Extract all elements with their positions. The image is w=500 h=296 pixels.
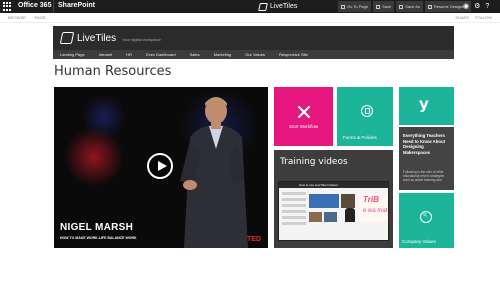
bell-icon[interactable]: ◉ xyxy=(463,2,469,11)
nav-marketing[interactable]: Marketing xyxy=(207,52,239,57)
tile-forms-policies-label: Forms & Policies xyxy=(343,135,377,140)
nav-intranet[interactable]: Intranet xyxy=(92,52,120,57)
talk-title: HOW TO MAKE WORK-LIFE BALANCE WORK xyxy=(60,236,137,240)
play-button[interactable] xyxy=(147,153,173,179)
tile-news-article[interactable]: Everything Teachers Need to Know About D… xyxy=(399,127,454,190)
livetiles-logo-icon xyxy=(258,2,268,11)
thumbnail-photo xyxy=(341,194,355,208)
workflow-icon xyxy=(297,105,311,119)
save-button[interactable]: Save xyxy=(373,1,395,12)
nav-responsive-site[interactable]: Responsive Site xyxy=(272,52,315,57)
gear-icon[interactable]: ⚙ xyxy=(474,2,480,11)
ribbon-actions: SHARE FOLLOW xyxy=(455,15,492,20)
save-as-icon xyxy=(399,4,404,9)
nav-our-values[interactable]: Our Values xyxy=(238,52,272,57)
edit-icon xyxy=(427,4,432,9)
nav-exec-dashboard[interactable]: Exec Dashboard xyxy=(139,52,183,57)
site-nav: Landing Page Intranet HR Exec Dashboard … xyxy=(53,50,454,59)
article-title: Everything Teachers Need to Know About D… xyxy=(403,133,446,155)
thumbnail-sidebar xyxy=(282,192,306,240)
nav-landing-page[interactable]: Landing Page xyxy=(53,52,92,57)
follow-link[interactable]: FOLLOW xyxy=(475,15,492,20)
nav-hr[interactable]: HR xyxy=(119,52,139,57)
training-video-thumbnail[interactable]: How to use LiveTiles Intranet TriB e wa … xyxy=(278,181,389,241)
yammer-icon: y xyxy=(419,95,429,113)
tile-yammer[interactable]: y xyxy=(399,87,454,125)
save-as-button[interactable]: Save As xyxy=(396,1,423,12)
page-icon xyxy=(341,4,345,9)
thumbnail-headline: TriB xyxy=(363,195,379,204)
livetiles-logo-text: LiveTiles xyxy=(270,3,298,10)
tab-page[interactable]: PAGE xyxy=(35,15,46,20)
article-excerpt: Following in the vein of other education… xyxy=(403,170,445,183)
stage-light-blue-left xyxy=(79,97,129,137)
tile-forms-policies[interactable]: Forms & Policies xyxy=(337,87,393,146)
share-icon xyxy=(420,211,432,223)
save-icon xyxy=(376,4,381,9)
go-to-page-button[interactable]: Go To Page xyxy=(338,1,372,12)
tile-training-videos[interactable]: Training videos How to use LiveTiles Int… xyxy=(274,150,393,248)
livetiles-logo[interactable]: LiveTiles xyxy=(258,1,298,12)
site-name: LiveTiles xyxy=(77,32,117,44)
suite-icons: ◉ ⚙ ? xyxy=(463,2,489,11)
suite-actions: Go To Page Save Save As Resume Designing xyxy=(338,1,471,12)
tile-start-workflow-label: Start Workflow xyxy=(289,124,319,129)
speaker-figure xyxy=(180,97,248,248)
site-brand[interactable]: LiveTiles Your digital workplace xyxy=(59,32,161,44)
thumbnail-title-bar: How to use LiveTiles Intranet xyxy=(279,182,388,188)
thumbnail-subheadline: e wa mat xyxy=(363,208,388,214)
ribbon: BROWSE PAGE SHARE FOLLOW xyxy=(0,13,500,23)
sharepoint-link[interactable]: SharePoint xyxy=(58,2,95,9)
document-icon xyxy=(361,105,373,117)
app-launcher-icon[interactable] xyxy=(3,2,13,11)
suite-bar: Office 365 SharePoint LiveTiles Go To Pa… xyxy=(0,0,500,13)
ted-logo: TED xyxy=(247,236,261,243)
training-videos-title: Training videos xyxy=(280,157,348,167)
video-player[interactable]: NIGEL MARSH HOW TO MAKE WORK-LIFE BALANC… xyxy=(54,87,268,248)
site-header: LiveTiles Your digital workplace Landing… xyxy=(53,26,454,59)
thumbnail-banner xyxy=(309,194,339,208)
tile-company-values[interactable]: Company Values xyxy=(399,193,454,248)
thumbnail-person xyxy=(345,208,355,222)
thumbnail-image-1 xyxy=(309,212,322,222)
tile-company-values-label: Company Values xyxy=(402,239,436,244)
speaker-name: NIGEL MARSH xyxy=(60,222,134,233)
suite-divider xyxy=(53,0,54,13)
page-title: Human Resources xyxy=(54,64,172,79)
share-link[interactable]: SHARE xyxy=(455,15,469,20)
livetiles-mark-icon xyxy=(59,32,75,44)
thumbnail-title: How to use LiveTiles Intranet xyxy=(299,183,338,187)
tile-start-workflow[interactable]: Start Workflow xyxy=(274,87,333,146)
nav-sales[interactable]: Sales xyxy=(183,52,207,57)
ribbon-tabs: BROWSE PAGE xyxy=(8,15,46,20)
site-tagline: Your digital workplace xyxy=(122,37,161,42)
thumbnail-image-2 xyxy=(324,212,337,222)
office-365-link[interactable]: Office 365 xyxy=(18,2,51,9)
help-icon[interactable]: ? xyxy=(485,2,489,11)
tab-browse[interactable]: BROWSE xyxy=(8,15,26,20)
